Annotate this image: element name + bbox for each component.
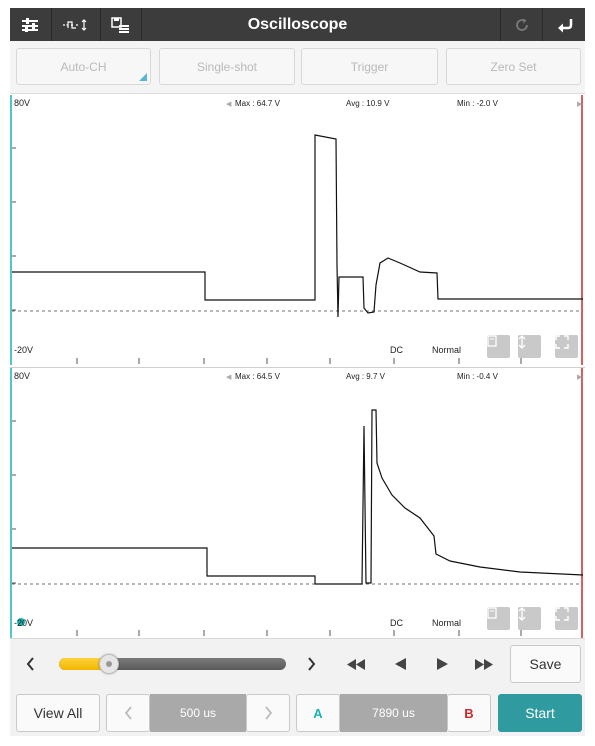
ch2-meas-right-arrow-icon[interactable]: ▶: [577, 373, 582, 381]
ch1-max: Max : 64.7 V: [235, 99, 280, 108]
dropdown-corner-icon: [139, 73, 147, 81]
trigger-button[interactable]: Trigger: [301, 48, 438, 85]
single-shot-label: Single-shot: [196, 59, 258, 74]
ch1-scale-bottom: -20V: [14, 345, 34, 355]
ch2-meas-left-arrow-icon[interactable]: ◀: [226, 373, 231, 381]
ch1-meas-right-arrow-icon[interactable]: ▶: [577, 100, 582, 108]
channel-1-waveform: [10, 95, 583, 365]
single-shot-button[interactable]: Single-shot: [159, 48, 295, 85]
cursor-a-button[interactable]: A: [296, 694, 340, 732]
refresh-icon[interactable]: [508, 8, 536, 41]
chevron-left-icon: [124, 706, 132, 720]
ch2-mode: Normal: [432, 618, 462, 628]
ch2-fullscreen-icon[interactable]: [555, 607, 578, 630]
channel-2-waveform: [10, 368, 584, 638]
playback-controls: Save: [10, 638, 585, 690]
ch1-meas-left-arrow-icon[interactable]: ◀: [226, 100, 231, 108]
ch2-max: Max : 64.5 V: [235, 372, 280, 381]
channel-2-panel[interactable]: 80V ◀ Max : 64.5 V Avg : 9.7 V Min : -0.…: [10, 367, 585, 638]
channel-1-panel[interactable]: 80V ◀ Max : 64.7 V Avg : 10.9 V Min : -2…: [10, 95, 585, 365]
waveform-measure-icon[interactable]: [57, 8, 97, 41]
bottom-bar: View All 500 us A 7890 us B Start: [10, 690, 585, 736]
timebase-decrease-button[interactable]: [106, 694, 150, 732]
ch2-avg: Avg : 9.7 V: [346, 372, 385, 381]
ch1-avg: Avg : 10.9 V: [346, 99, 390, 108]
ch2-vertical-scale-icon[interactable]: [518, 607, 541, 630]
cursor-b-button[interactable]: B: [447, 694, 491, 732]
start-button[interactable]: Start: [498, 694, 582, 732]
ch2-clear-icon[interactable]: [487, 607, 510, 630]
cursor-delta-value: 7890 us: [340, 694, 447, 732]
step-back-icon[interactable]: [390, 651, 410, 677]
ch1-mode: Normal: [432, 345, 462, 355]
trigger-label: Trigger: [350, 59, 389, 74]
slider-handle[interactable]: [98, 654, 119, 674]
timebase-increase-button[interactable]: [246, 694, 290, 732]
sliders-icon[interactable]: [16, 8, 44, 41]
ch2-min: Min : -0.4 V: [457, 372, 498, 381]
ch2-scale-top: 80V: [14, 371, 31, 381]
ch2-scale-bottom: -20V: [14, 618, 34, 628]
title-bar: Oscilloscope: [10, 8, 585, 41]
ch1-vertical-scale-icon[interactable]: [518, 335, 541, 358]
auto-ch-label: Auto-CH: [60, 59, 107, 74]
function-toolbar: Auto-CH Single-shot Trigger Zero Set: [10, 41, 585, 94]
oscilloscope-app: Oscilloscope Auto-CH Single-shot Trigger: [0, 0, 595, 746]
step-forward-icon[interactable]: [432, 651, 452, 677]
ch1-min: Min : -2.0 V: [457, 99, 498, 108]
save-list-icon[interactable]: [106, 8, 134, 41]
scroll-right-icon[interactable]: [303, 651, 319, 677]
chevron-right-icon: [264, 706, 272, 720]
zero-set-label: Zero Set: [490, 59, 537, 74]
ch1-clear-icon[interactable]: [487, 335, 510, 358]
save-button[interactable]: Save: [510, 645, 581, 683]
channel-2-trace: [12, 409, 584, 585]
ch1-scale-top: 80V: [14, 98, 31, 108]
ch2-coupling: DC: [390, 618, 403, 628]
fast-rewind-icon[interactable]: [344, 651, 368, 677]
timebase-value: 500 us: [150, 694, 246, 732]
position-slider[interactable]: [59, 658, 286, 670]
ch1-coupling: DC: [390, 345, 403, 355]
channel-1-trace: [12, 134, 583, 318]
zero-set-button[interactable]: Zero Set: [446, 48, 581, 85]
back-arrow-icon[interactable]: [551, 8, 579, 41]
auto-ch-button[interactable]: Auto-CH: [16, 48, 151, 85]
scroll-left-icon[interactable]: [22, 651, 38, 677]
ch1-fullscreen-icon[interactable]: [555, 335, 578, 358]
fast-forward-icon[interactable]: [472, 651, 496, 677]
view-all-button[interactable]: View All: [16, 694, 100, 732]
